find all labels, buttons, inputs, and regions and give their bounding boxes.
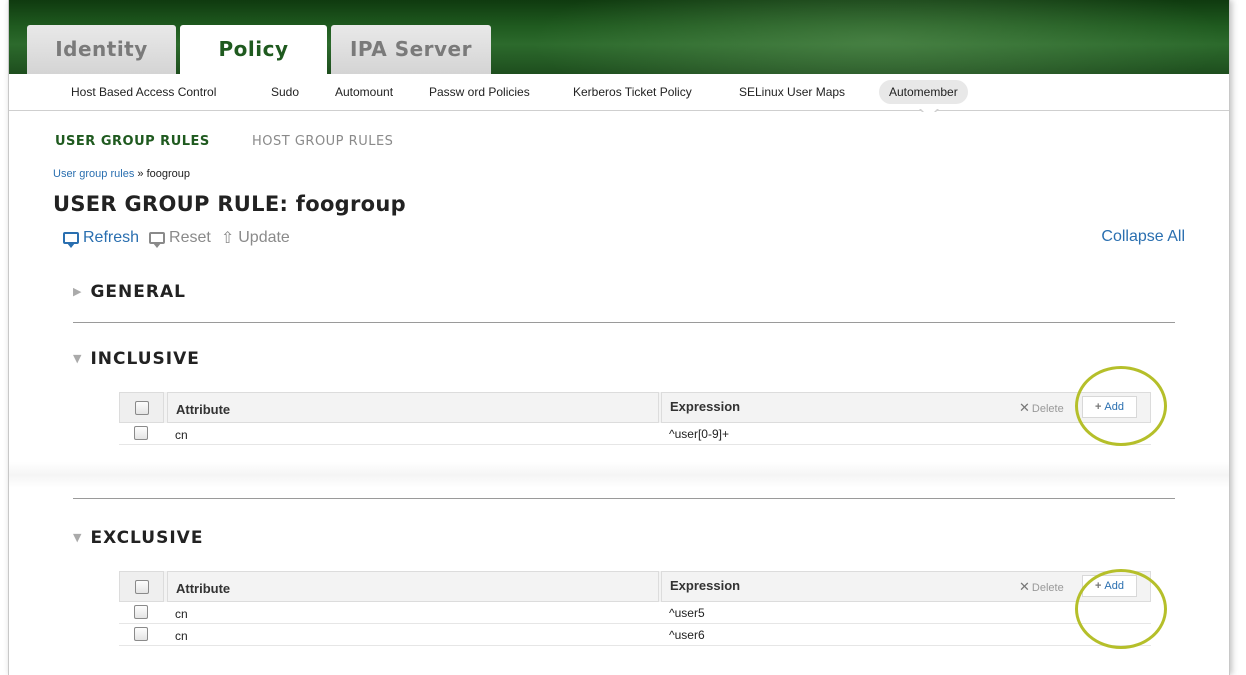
row-expression: ^user5 bbox=[669, 606, 705, 620]
section-general-header[interactable]: ▶ GENERAL bbox=[73, 282, 186, 302]
row-attribute: cn bbox=[175, 629, 188, 643]
update-label: Update bbox=[238, 229, 290, 246]
reset-icon bbox=[149, 232, 166, 248]
select-all-checkbox[interactable] bbox=[135, 580, 149, 594]
breadcrumb-link-user-group-rules[interactable]: User group rules bbox=[53, 168, 134, 180]
refresh-icon bbox=[63, 232, 79, 248]
row-checkbox[interactable] bbox=[134, 627, 148, 641]
reset-label: Reset bbox=[169, 229, 211, 246]
subnav-item-automount[interactable]: Automount bbox=[325, 80, 403, 104]
subnav-item-password-policies[interactable]: Passw ord Policies bbox=[419, 80, 540, 104]
exclusive-table: Attribute Expression ✕ Delete + Add cn ^us… bbox=[119, 571, 1151, 646]
sub-navigation: Host Based Access Control Sudo Automount… bbox=[9, 74, 1229, 119]
tab-identity[interactable]: Identity bbox=[27, 25, 176, 74]
table-header: Attribute Expression ✕ Delete + Add bbox=[119, 392, 1151, 423]
row-expression: ^user[0-9]+ bbox=[669, 427, 729, 441]
collapse-all-link[interactable]: Collapse All bbox=[1101, 228, 1185, 246]
breadcrumb-current: foogroup bbox=[146, 168, 190, 180]
breadcrumb: User group rules » foogroup bbox=[53, 168, 190, 180]
section-inclusive-header[interactable]: ▼ INCLUSIVE bbox=[73, 349, 200, 369]
refresh-button[interactable]: Refresh bbox=[63, 229, 140, 248]
column-header-attribute: Attribute bbox=[167, 571, 659, 602]
divider bbox=[73, 498, 1175, 499]
main-content: USER GROUP RULES HOST GROUP RULES User g… bbox=[9, 112, 1229, 675]
row-attribute: cn bbox=[175, 607, 188, 621]
section-general-title: GENERAL bbox=[90, 282, 186, 302]
collapse-arrow-icon: ▼ bbox=[73, 352, 83, 365]
reset-button[interactable]: Reset bbox=[149, 229, 211, 248]
table-row: cn ^user6 bbox=[119, 624, 1151, 646]
subnav-item-sudo[interactable]: Sudo bbox=[261, 80, 309, 104]
row-attribute: cn bbox=[175, 428, 188, 442]
delete-icon: ✕ bbox=[1019, 400, 1030, 415]
table-row: cn ^user[0-9]+ bbox=[119, 423, 1151, 445]
tab-user-group-rules[interactable]: USER GROUP RULES bbox=[55, 134, 210, 149]
highlight-circle bbox=[1075, 569, 1167, 649]
page-title-name: foogroup bbox=[295, 192, 406, 216]
subnav-item-automember[interactable]: Automember bbox=[879, 80, 968, 104]
row-checkbox[interactable] bbox=[134, 605, 148, 619]
app-window: Identity Policy IPA Server Host Based Ac… bbox=[8, 0, 1230, 675]
tab-host-group-rules[interactable]: HOST GROUP RULES bbox=[252, 134, 393, 149]
top-banner: Identity Policy IPA Server bbox=[9, 0, 1229, 74]
tab-ipa-server[interactable]: IPA Server bbox=[331, 25, 491, 74]
highlight-circle bbox=[1075, 366, 1167, 446]
column-header-attribute: Attribute bbox=[167, 392, 659, 423]
update-button[interactable]: ⇧ Update bbox=[221, 228, 290, 248]
delete-icon: ✕ bbox=[1019, 579, 1030, 594]
tab-policy[interactable]: Policy bbox=[180, 25, 327, 74]
select-all-checkbox[interactable] bbox=[135, 401, 149, 415]
page-title-prefix: USER GROUP RULE: bbox=[53, 192, 296, 216]
row-expression: ^user6 bbox=[669, 628, 705, 642]
section-exclusive-title: EXCLUSIVE bbox=[90, 528, 204, 548]
delete-button[interactable]: ✕ Delete bbox=[1019, 400, 1064, 416]
update-icon: ⇧ bbox=[220, 230, 235, 247]
table-header: Attribute Expression ✕ Delete + Add bbox=[119, 571, 1151, 602]
inclusive-table: Attribute Expression ✕ Delete + Add cn ^us… bbox=[119, 392, 1151, 445]
delete-button[interactable]: ✕ Delete bbox=[1019, 579, 1064, 595]
breadcrumb-separator: » bbox=[134, 168, 147, 180]
subnav-item-hbac[interactable]: Host Based Access Control bbox=[61, 80, 226, 104]
subnav-item-selinux-user-maps[interactable]: SELinux User Maps bbox=[729, 80, 855, 104]
section-inclusive-title: INCLUSIVE bbox=[90, 349, 200, 369]
refresh-label: Refresh bbox=[83, 229, 140, 246]
page-title: USER GROUP RULE: foogroup bbox=[53, 192, 406, 216]
expand-arrow-icon: ▶ bbox=[73, 285, 83, 298]
table-row: cn ^user5 bbox=[119, 602, 1151, 624]
divider bbox=[73, 322, 1175, 323]
action-bar: Refresh Reset ⇧ Update bbox=[63, 228, 290, 248]
section-exclusive-header[interactable]: ▼ EXCLUSIVE bbox=[73, 528, 203, 548]
row-checkbox[interactable] bbox=[134, 426, 148, 440]
subnav-item-kerberos-ticket-policy[interactable]: Kerberos Ticket Policy bbox=[563, 80, 702, 104]
collapse-arrow-icon: ▼ bbox=[73, 531, 83, 544]
